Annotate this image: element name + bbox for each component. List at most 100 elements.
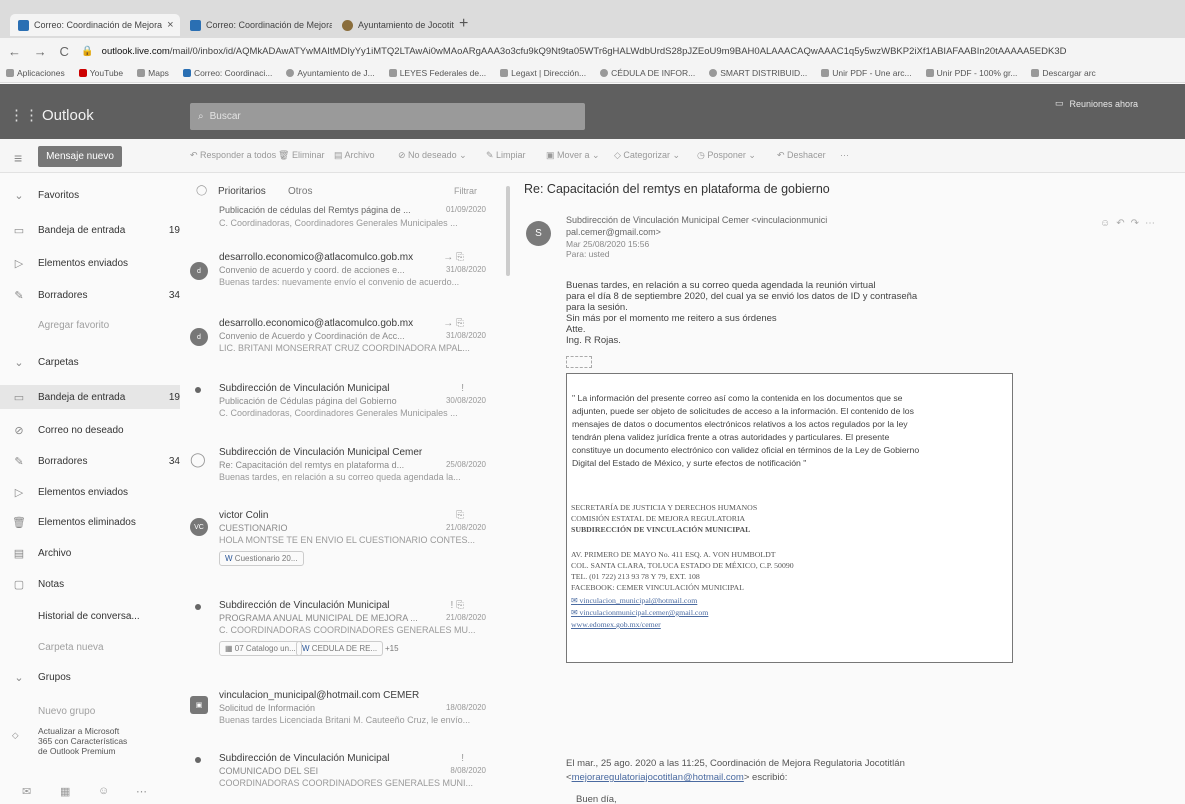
apps-icon [6,69,14,77]
menu-icon[interactable]: ≡ [14,150,22,166]
fav-inbox[interactable]: ▭ Bandeja de entrada 19 [0,218,180,242]
meet-now-label: Reuniones ahora [1069,98,1139,109]
bookmark-item[interactable]: Ayuntamiento de J... [286,68,375,78]
signature-email-link[interactable]: ✉ vinculacion_municipal@hotmail.com [571,596,697,605]
msg-preview: Buenas tardes: nuevamente envío el conve… [219,277,460,287]
snooze-button[interactable]: ◷ Posponer ⌄ [697,150,756,161]
sweep-button[interactable]: ✎ Limpiar [486,150,526,161]
folder-drafts[interactable]: ✎ Borradores 34 [0,449,180,473]
bookmark-item[interactable]: CÉDULA DE INFOR... [600,68,695,78]
folder-deleted[interactable]: 🗑 Elementos eliminados [0,510,180,534]
favorites-header[interactable]: ⌄ Favoritos [0,183,180,207]
tab-other[interactable]: Otros [288,186,312,197]
bookmark-label: Unir PDF - 100% gr... [936,68,1018,78]
bookmark-item[interactable]: Unir PDF - Une arc... [821,68,912,78]
folder-notes[interactable]: ▢ Notas [0,572,180,596]
reply-all-icon[interactable]: ↷ [1131,218,1145,229]
bookmark-item[interactable]: Unir PDF - 100% gr... [925,68,1018,78]
signature-web-link[interactable]: www.edomex.gob.mx/cemer [571,620,661,629]
fav-drafts[interactable]: ✎ Borradores 34 [0,283,180,307]
more-apps-icon[interactable]: ⋯ [136,785,147,798]
folder-conversation-history[interactable]: Historial de conversa... [0,604,180,628]
reply-all-button[interactable]: ↶ Responder a todos ⌄ [190,150,286,161]
bookmark-item[interactable]: Descargar arc [1031,68,1096,78]
bookmark-item[interactable]: SMART DISTRIBUID... [709,68,807,78]
list-item[interactable]: ▣ vinculacion_municipal@hotmail.com CEME… [190,690,490,730]
filter-button[interactable]: Filtrar [454,186,477,196]
list-item[interactable]: VC victor Colin ⎘ CUESTIONARIO 21/08/202… [190,510,490,572]
archive-button[interactable]: ▤ Archivo [334,150,375,161]
folders-header[interactable]: ⌄ Carpetas [0,350,180,374]
browser-tab-1[interactable]: Correo: Coordinación de Mejora × [10,14,180,36]
calendar-icon[interactable]: ▦ [60,785,70,798]
add-favorite[interactable]: Agregar favorito [0,313,180,337]
sender-avatar[interactable]: S [526,221,551,246]
sender-name[interactable]: Subdirección de Vinculación Municipal Ce… [566,215,827,225]
back-icon[interactable]: ← [8,44,26,59]
app-launcher-icon[interactable]: ⋮⋮ [9,108,39,124]
more-options-button[interactable]: ··· [840,150,849,160]
list-item[interactable]: d desarrollo.economico@atlacomulco.gob.m… [190,252,490,292]
new-group[interactable]: Nuevo grupo [0,699,180,723]
attachment-chip[interactable]: ▦ 07 Catalogo un... [219,641,302,656]
browser-tab-2[interactable]: Correo: Coordinación de Mejora × [182,14,332,36]
list-item-selected[interactable]: ◯ Subdirección de Vinculación Municipal … [190,447,490,487]
more-icon[interactable]: ⋯ [1145,218,1161,229]
folder-sent[interactable]: ▷ Elementos enviados [0,480,180,504]
page-icon [500,69,509,77]
close-tab-icon[interactable]: × [167,19,173,31]
select-all-icon[interactable]: ◯ [196,185,207,196]
unread-dot-icon [195,604,201,610]
list-item[interactable]: Subdirección de Vinculación Municipal ! … [190,753,490,793]
sender-email[interactable]: pal.cemer@gmail.com> [566,227,661,237]
new-tab-button[interactable]: + [459,15,468,33]
forward-icon[interactable]: → [34,44,52,59]
folder-junk[interactable]: ⊘ Correo no deseado [0,418,180,442]
categorize-button[interactable]: ◇ Categorizar ⌄ [614,150,680,161]
move-to-button[interactable]: ▣ Mover a ⌄ [546,150,600,161]
browser-tab-3[interactable]: Ayuntamiento de Jocotitlán - Ad × [334,14,454,36]
disclaimer-line: " La información del presente correo así… [572,393,903,403]
meet-now-button[interactable]: ▭ Reuniones ahora [1055,98,1138,109]
folder-inbox[interactable]: ▭ Bandeja de entrada 19 [0,385,180,409]
list-item[interactable]: Publicación de cédulas del Remtys página… [190,205,490,245]
undo-button[interactable]: ↶ Deshacer [777,150,826,161]
people-icon[interactable]: ☺ [98,785,109,797]
list-item[interactable]: d desarrollo.economico@atlacomulco.gob.m… [190,318,490,358]
mail-icon[interactable]: ✉ [22,785,31,798]
select-circle-icon[interactable]: ◯ [190,451,206,468]
reload-icon[interactable]: C [59,44,77,59]
list-item[interactable]: Subdirección de Vinculación Municipal ! … [190,383,490,423]
attachment-chip[interactable]: W CEDULA DE RE... [296,641,384,656]
new-message-button[interactable]: Mensaje nuevo [38,146,122,167]
url-field[interactable]: outlook.live.com/mail/0/inbox/id/AQMkADA… [102,46,1185,57]
delete-button[interactable]: 🗑 Eliminar [278,150,324,161]
word-icon: W [302,644,310,653]
importance-icon: ! ⎘ [450,600,464,611]
quoted-email-link[interactable]: mejoraregulatoriajocotitlan@hotmail.com [572,772,744,783]
new-folder[interactable]: Carpeta nueva [0,635,180,659]
bookmark-item[interactable]: Legaxt | Dirección... [500,68,586,78]
search-input[interactable]: ⌕ Buscar [190,103,585,130]
message-actions[interactable]: ☺↶↷⋯ [1100,218,1161,229]
signature-email-link[interactable]: ✉ vinculacionmunicipal.cemer@gmail.com [571,608,708,617]
folder-archive[interactable]: ▤ Archivo [0,541,180,565]
bookmark-item[interactable]: Aplicaciones [6,68,65,78]
bookmark-item[interactable]: Correo: Coordinaci... [182,68,273,78]
upgrade-premium[interactable]: ◇ Actualizar a Microsoft 365 con Caracte… [0,726,180,756]
bookmark-item[interactable]: YouTube [78,68,123,78]
fav-sent[interactable]: ▷ Elementos enviados [0,251,180,275]
reply-icon[interactable]: ↶ [1116,218,1130,229]
tab-focused[interactable]: Prioritarios [218,186,266,197]
junk-button[interactable]: ⊘ No deseado ⌄ [398,150,467,161]
bookmark-item[interactable]: Maps [137,68,169,78]
groups-header[interactable]: ⌄ Grupos [0,665,180,689]
bookmark-item[interactable]: LEYES Federales de... [388,68,486,78]
emoji-icon[interactable]: ☺ [1100,218,1116,229]
attachment-chip[interactable]: W Cuestionario 20... [219,551,304,566]
message-list-scrollbar[interactable] [506,186,510,276]
bookmark-label: Correo: Coordinaci... [193,68,273,78]
list-item[interactable]: Subdirección de Vinculación Municipal ! … [190,600,490,662]
outlook-brand[interactable]: Outlook [42,107,94,124]
more-attachments[interactable]: +15 [380,641,404,656]
